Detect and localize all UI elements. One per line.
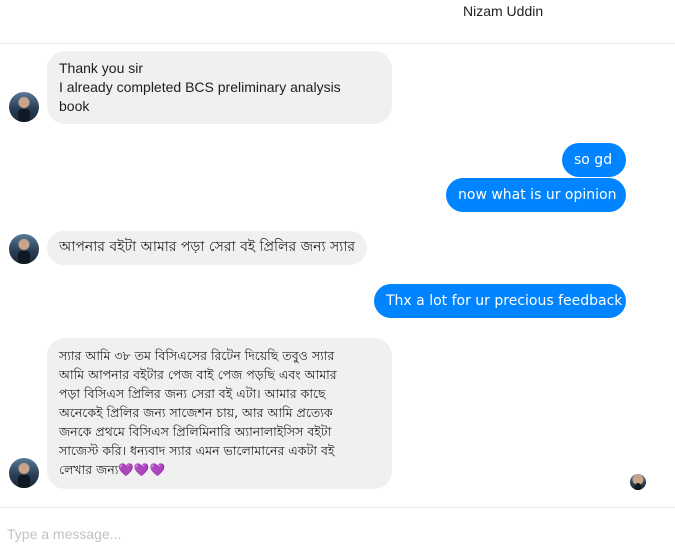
contact-avatar-icon[interactable] [9, 234, 39, 264]
incoming-message[interactable]: স্যার আমি ৩৮ তম বিসিএসের রিটেন দিয়েছি ত… [47, 338, 392, 489]
contact-avatar-icon[interactable] [9, 92, 39, 122]
message-line: লেখার জন্য💜💜💜 [59, 462, 166, 477]
contact-name[interactable]: Nizam Uddin [463, 3, 543, 19]
message-line: অনেকেই প্রিলির জন্য সাজেশন চায়, আর আমি … [59, 405, 333, 420]
message-input[interactable] [7, 526, 607, 542]
message-line: স্যার আমি ৩৮ তম বিসিএসের রিটেন দিয়েছি ত… [59, 348, 335, 363]
message-line: আমি আপনার বইটার পেজ বাই পেজ পড়ছি এবং আম… [59, 367, 337, 382]
seen-avatar-icon [630, 474, 646, 490]
message-line: Thank you sir [59, 60, 144, 76]
outgoing-message[interactable]: so gd [562, 143, 626, 177]
contact-avatar-icon[interactable] [9, 458, 39, 488]
message-line: সাজেস্ট করি। ধন্যবাদ স্যার এমন ভালোমানের… [59, 443, 335, 458]
message-line: পড়া বিসিএস প্রিলির জন্য সেরা বই এটা। আম… [59, 386, 326, 401]
outgoing-message[interactable]: Thx a lot for ur precious feedback [374, 284, 626, 318]
message-line: I already completed BCS preliminary anal… [59, 79, 341, 95]
message-line: আপনার বইটা আমার পড়া সেরা বই প্রিলির জন্… [59, 239, 356, 255]
message-line: জনকে প্রথমে বিসিএস প্রিলিমিনারি অ্যানালা… [59, 424, 332, 439]
message-thread[interactable]: Thank you sir I already completed BCS pr… [0, 44, 675, 507]
message-composer [0, 507, 675, 557]
outgoing-message[interactable]: now what is ur opinion [446, 178, 626, 212]
incoming-message[interactable]: আপনার বইটা আমার পড়া সেরা বই প্রিলির জন্… [47, 231, 367, 265]
incoming-message[interactable]: Thank you sir I already completed BCS pr… [47, 51, 392, 124]
message-line: book [59, 98, 90, 114]
conversation-header: Nizam Uddin [0, 0, 675, 44]
